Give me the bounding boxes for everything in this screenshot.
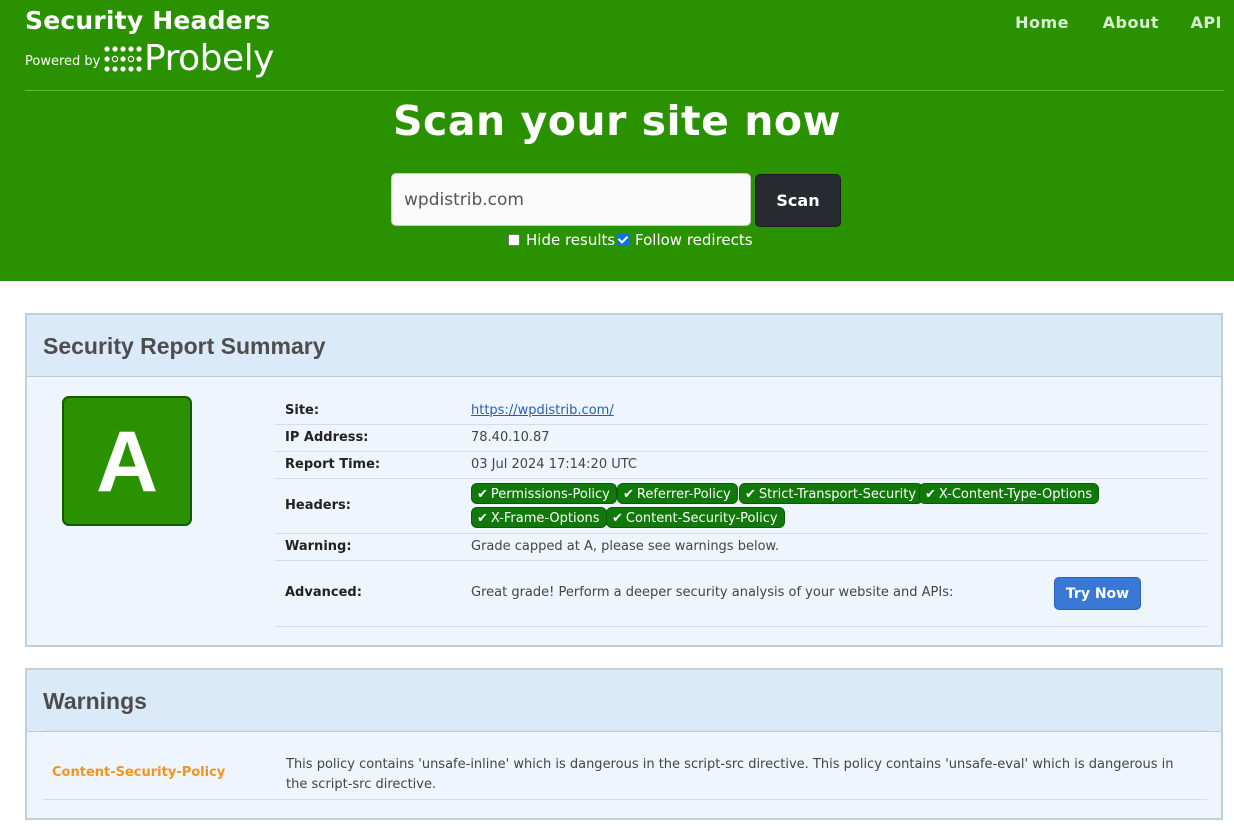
check-icon: ✔ [745, 487, 756, 502]
scan-heading: Scan your site now [393, 97, 841, 145]
report-time-row: Report Time: 03 Jul 2024 17:14:20 UTC [275, 451, 1207, 479]
advanced-label: Advanced: [285, 585, 362, 600]
nav-about-link[interactable]: About [1103, 13, 1159, 32]
ip-row: IP Address: 78.40.10.87 [275, 424, 1207, 452]
grade-badge: A [62, 396, 192, 526]
nav-api-link[interactable]: API [1190, 13, 1222, 32]
warnings-panel-header: Warnings [27, 670, 1221, 732]
check-icon: ✔ [477, 487, 488, 502]
site-link[interactable]: https://wpdistrib.com/ [471, 403, 614, 418]
scan-button[interactable]: Scan [755, 174, 841, 227]
site-label: Site: [285, 403, 320, 418]
follow-redirects-label[interactable]: Follow redirects [635, 231, 753, 249]
warning-description: This policy contains 'unsafe-inline' whi… [286, 757, 1174, 792]
headers-label: Headers: [285, 498, 351, 513]
site-title[interactable]: Security Headers [25, 6, 270, 35]
header-badge: ✔ X-Frame-Options [471, 507, 607, 528]
try-now-button[interactable]: Try Now [1054, 577, 1141, 610]
hide-results-label[interactable]: Hide results [526, 231, 615, 249]
check-icon: ✔ [477, 511, 488, 526]
hide-results-option[interactable]: Hide results [508, 231, 615, 249]
url-input[interactable] [391, 173, 751, 226]
probely-logo-icon [104, 46, 142, 72]
advanced-value: Great grade! Perform a deeper security a… [471, 585, 954, 600]
summary-panel-header: Security Report Summary [27, 315, 1221, 377]
header-banner: Security Headers Powered by Probely Home… [0, 0, 1234, 281]
headers-row: Headers: ✔ Permissions-Policy ✔ Referrer-P… [275, 478, 1207, 534]
summary-panel-title: Security Report Summary [43, 333, 326, 359]
header-divider [25, 90, 1224, 91]
header-badge: ✔ Content-Security-Policy [606, 507, 785, 528]
follow-redirects-option[interactable]: Follow redirects [617, 231, 753, 249]
ip-value: 78.40.10.87 [471, 430, 550, 445]
warning-label: Warning: [285, 539, 352, 554]
security-report-summary-panel: Security Report Summary A Site: https://… [25, 313, 1223, 647]
warnings-panel: Warnings Content-Security-Policy This po… [25, 668, 1223, 820]
report-time-label: Report Time: [285, 457, 381, 472]
warning-item: Content-Security-Policy This policy cont… [43, 730, 1207, 800]
warning-value: Grade capped at A, please see warnings b… [471, 539, 780, 554]
probely-logo-text[interactable]: Probely [144, 38, 274, 79]
follow-redirects-checkbox[interactable] [617, 234, 629, 246]
check-icon: ✔ [925, 487, 936, 502]
header-badge: ✔ Referrer-Policy [617, 483, 738, 504]
warnings-panel-title: Warnings [43, 688, 147, 714]
header-badge: ✔ X-Content-Type-Options [919, 483, 1100, 504]
warning-header-name: Content-Security-Policy [52, 765, 226, 780]
powered-by-label: Powered by [25, 54, 101, 69]
nav-home-link[interactable]: Home [1015, 13, 1069, 32]
check-icon: ✔ [612, 511, 623, 526]
header-badge: ✔ Permissions-Policy [471, 483, 617, 504]
hide-results-checkbox[interactable] [508, 234, 520, 246]
report-time-value: 03 Jul 2024 17:14:20 UTC [471, 457, 637, 472]
warning-row: Warning: Grade capped at A, please see w… [275, 533, 1207, 561]
ip-label: IP Address: [285, 430, 369, 445]
site-row: Site: https://wpdistrib.com/ [275, 397, 1207, 425]
check-icon: ✔ [623, 487, 634, 502]
header-badge: ✔ Strict-Transport-Security [739, 483, 924, 504]
